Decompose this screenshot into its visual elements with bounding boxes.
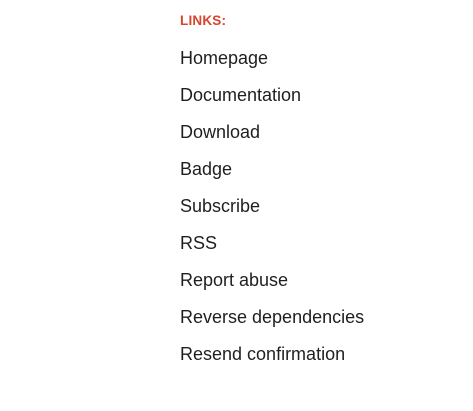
list-item: Download	[180, 119, 364, 156]
list-item: Documentation	[180, 82, 364, 119]
list-item: Reverse dependencies	[180, 304, 364, 341]
rss-link[interactable]: RSS	[180, 233, 217, 253]
links-list: Homepage Documentation Download Badge Su…	[180, 45, 364, 378]
download-link[interactable]: Download	[180, 122, 260, 142]
resend-confirmation-link[interactable]: Resend confirmation	[180, 344, 345, 364]
list-item: Badge	[180, 156, 364, 193]
list-item: Resend confirmation	[180, 341, 364, 378]
list-item: Homepage	[180, 45, 364, 82]
list-item: Report abuse	[180, 267, 364, 304]
links-heading: LINKS:	[180, 13, 227, 28]
report-abuse-link[interactable]: Report abuse	[180, 270, 288, 290]
reverse-dependencies-link[interactable]: Reverse dependencies	[180, 307, 364, 327]
homepage-link[interactable]: Homepage	[180, 48, 268, 68]
links-section: LINKS: Homepage Documentation Download B…	[180, 12, 364, 378]
list-item: Subscribe	[180, 193, 364, 230]
subscribe-link[interactable]: Subscribe	[180, 196, 260, 216]
badge-link[interactable]: Badge	[180, 159, 232, 179]
list-item: RSS	[180, 230, 364, 267]
documentation-link[interactable]: Documentation	[180, 85, 301, 105]
